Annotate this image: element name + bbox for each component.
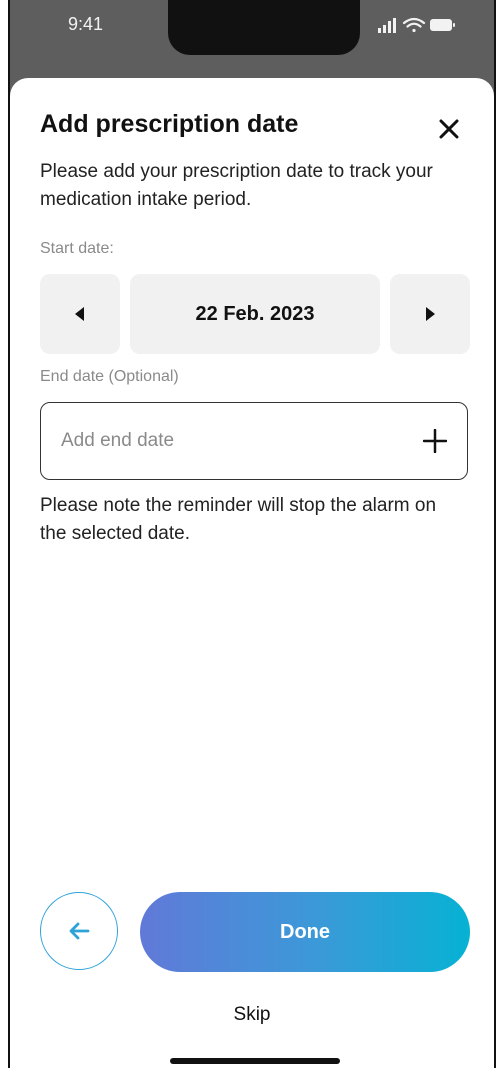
home-indicator bbox=[170, 1058, 340, 1064]
start-date-label: Start date: bbox=[40, 240, 114, 257]
close-button[interactable] bbox=[434, 114, 464, 144]
end-date-label: End date (Optional) bbox=[40, 368, 179, 385]
done-button[interactable]: Done bbox=[140, 892, 470, 972]
status-time: 9:41 bbox=[68, 14, 104, 34]
back-button[interactable] bbox=[40, 892, 118, 970]
next-date-button[interactable] bbox=[390, 274, 470, 354]
device-frame-left bbox=[8, 0, 10, 1068]
end-date-field[interactable]: Add end date bbox=[40, 402, 468, 480]
battery-icon bbox=[430, 19, 455, 31]
signal-icon bbox=[378, 18, 396, 33]
end-date-placeholder: Add end date bbox=[61, 430, 175, 451]
arrow-left-icon bbox=[69, 922, 90, 940]
start-date-value[interactable]: 22 Feb. 2023 bbox=[130, 274, 380, 354]
skip-link[interactable]: Skip bbox=[10, 1004, 494, 1026]
device-notch bbox=[168, 0, 360, 55]
sheet-subtitle: Please add your prescription date to tra… bbox=[40, 161, 433, 210]
prescription-date-sheet: Add prescription date Please add your pr… bbox=[10, 78, 494, 1068]
system-status-icons bbox=[378, 17, 455, 33]
triangle-left-icon bbox=[75, 307, 84, 321]
reminder-note: Please note the reminder will stop the a… bbox=[40, 495, 437, 544]
close-icon bbox=[439, 119, 459, 139]
previous-date-button[interactable] bbox=[40, 274, 120, 354]
wifi-icon bbox=[402, 17, 426, 33]
sheet-title: Add prescription date bbox=[40, 110, 299, 138]
plus-icon bbox=[423, 429, 447, 453]
triangle-right-icon bbox=[426, 307, 435, 321]
